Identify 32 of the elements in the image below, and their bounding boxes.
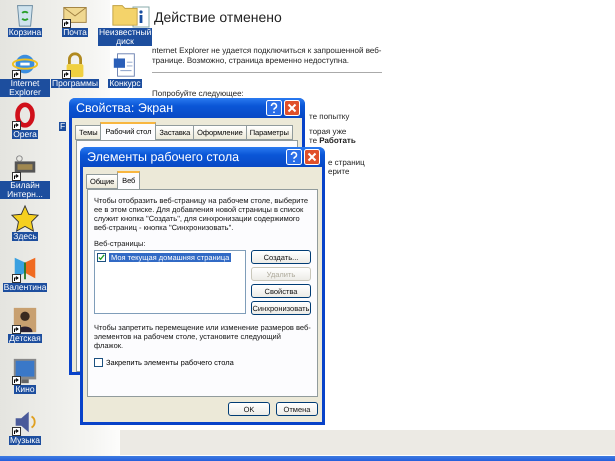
icon-label[interactable]: Музыка [8, 436, 42, 445]
help-icon[interactable] [266, 100, 282, 116]
icon-label[interactable]: Программы [51, 79, 99, 88]
icon-label[interactable]: Почта [62, 28, 88, 37]
error-message-line: транице. Возможно, страница временно недоступна. [152, 56, 350, 66]
page-text-fragment: те попытку [309, 112, 350, 121]
icon-label[interactable]: Internet Explorer [0, 79, 50, 97]
page-text-fragment: ерите [328, 167, 350, 176]
suggestions-heading: Попробуйте следующее: [152, 89, 245, 99]
page-title: Действие отменено [154, 9, 282, 25]
icon-label[interactable]: Корзина [8, 28, 42, 37]
icon-label[interactable]: F [59, 122, 66, 131]
error-message-line: nternet Explorer не удается подключиться к запрошенной веб- [152, 46, 382, 56]
close-icon[interactable] [284, 100, 300, 116]
window-title: Свойства: Экран [76, 101, 174, 115]
close-icon[interactable] [304, 149, 320, 165]
page-text-fragment: торая уже [309, 127, 346, 136]
checkbox[interactable] [94, 358, 103, 367]
star-icon[interactable] [10, 204, 40, 232]
icon-label[interactable]: Здесь [12, 232, 38, 241]
icon-label[interactable]: Кино [14, 385, 36, 394]
page-text-fragment: те Работать [309, 136, 356, 145]
checkbox[interactable] [97, 253, 106, 262]
icon-label[interactable]: Детская [8, 334, 42, 343]
icon-label[interactable]: Валентина [2, 283, 48, 292]
page-text-fragment: е страниц [328, 158, 365, 167]
icon-label[interactable]: Неизвестный диск [98, 28, 152, 46]
icon-label[interactable]: Конкурс [108, 79, 142, 88]
dialog-title: Элементы рабочего стола [87, 150, 240, 164]
icon-label[interactable]: Opera [12, 130, 38, 139]
icon-label[interactable]: Билайн Интерн... [0, 181, 50, 199]
help-icon[interactable] [286, 149, 302, 165]
